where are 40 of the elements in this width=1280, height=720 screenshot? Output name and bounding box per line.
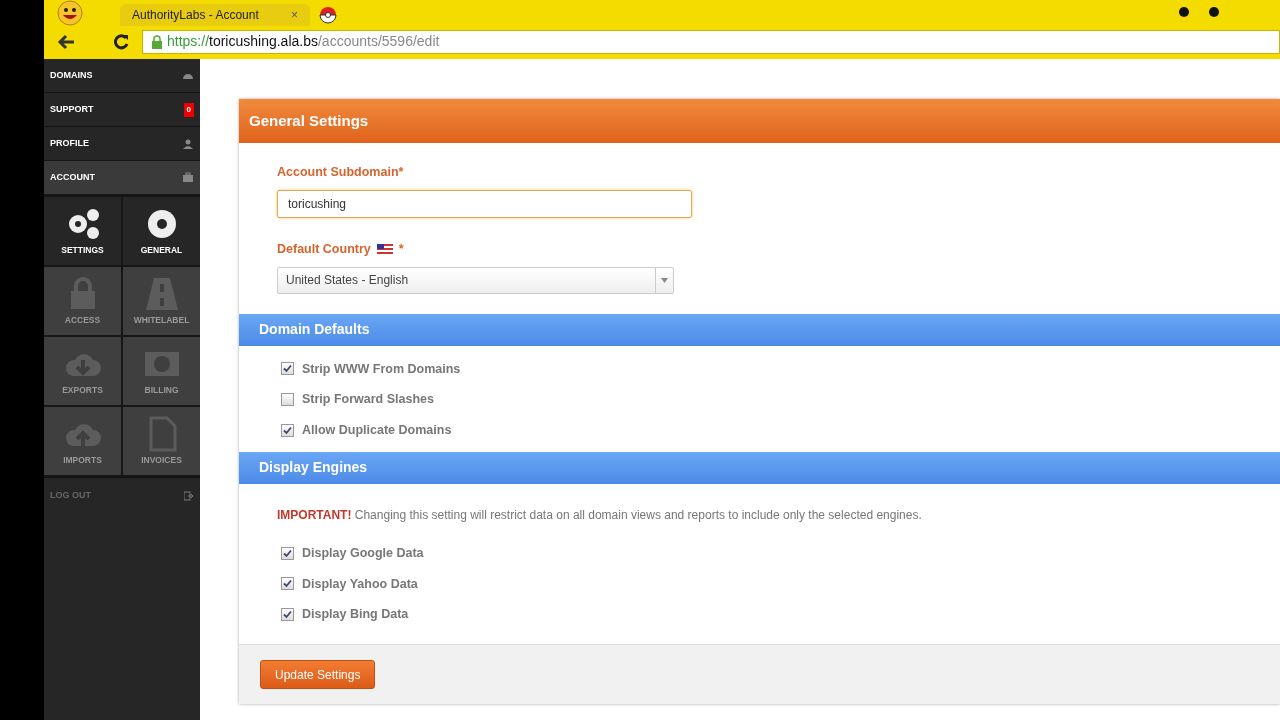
user-icon [182,137,194,150]
briefcase-icon [182,171,194,184]
nav-tile[interactable]: GENERAL [123,197,200,265]
panel-header: General Settings [239,99,1280,143]
nav-tile[interactable]: SETTINGS [44,197,121,265]
checkbox-label: Display Yahoo Data [302,575,418,593]
checkbox[interactable] [281,577,294,591]
notice-text: IMPORTANT! Changing this setting will restrict data on all domain views and reports to include only the selected engines. [276,506,923,524]
tab-title: AuthorityLabs - Account [132,7,259,24]
count-badge: 0 [183,102,194,117]
eyes-icon [1178,6,1220,18]
checkbox-label: Display Google Data [302,544,424,562]
back-icon[interactable] [56,32,76,51]
subdomain-input[interactable]: toricushing [277,189,692,218]
address-bar[interactable]: https://toricushing.ala.bs/accounts/5596/edit [142,29,1280,54]
field-label: Default Country [277,240,371,258]
road-icon [143,275,180,312]
checkbox-label: Allow Duplicate Domains [302,422,452,439]
checkbox[interactable] [281,362,294,376]
checkbox-label: Strip WWW From Domains [302,360,461,378]
close-icon[interactable]: × [291,6,298,24]
section-header: Domain Defaults [239,313,1280,346]
checkbox[interactable] [281,423,294,437]
url-text: https://toricushing.ala.bs/accounts/5596/edit [167,32,440,51]
logout-icon [184,490,194,501]
checkbox-label: Display Bing Data [302,606,409,624]
field-label: Account Subdomain* [277,164,405,181]
reload-icon[interactable] [112,32,130,51]
caret-icon [661,277,668,283]
checkbox[interactable] [281,546,294,560]
required-mark: * [398,240,404,258]
sidebar-item[interactable]: ACCOUNT [44,161,200,195]
section-header: Display Engines [239,451,1280,484]
checkbox[interactable] [281,608,294,622]
lock-icon [151,34,163,49]
browser-tab[interactable]: AuthorityLabs - Account × [120,4,310,26]
checkbox[interactable] [281,393,294,407]
flag-icon [376,244,393,255]
checkbox-label: Strip Forward Slashes [302,391,434,409]
country-select[interactable]: United States - English [277,266,674,294]
